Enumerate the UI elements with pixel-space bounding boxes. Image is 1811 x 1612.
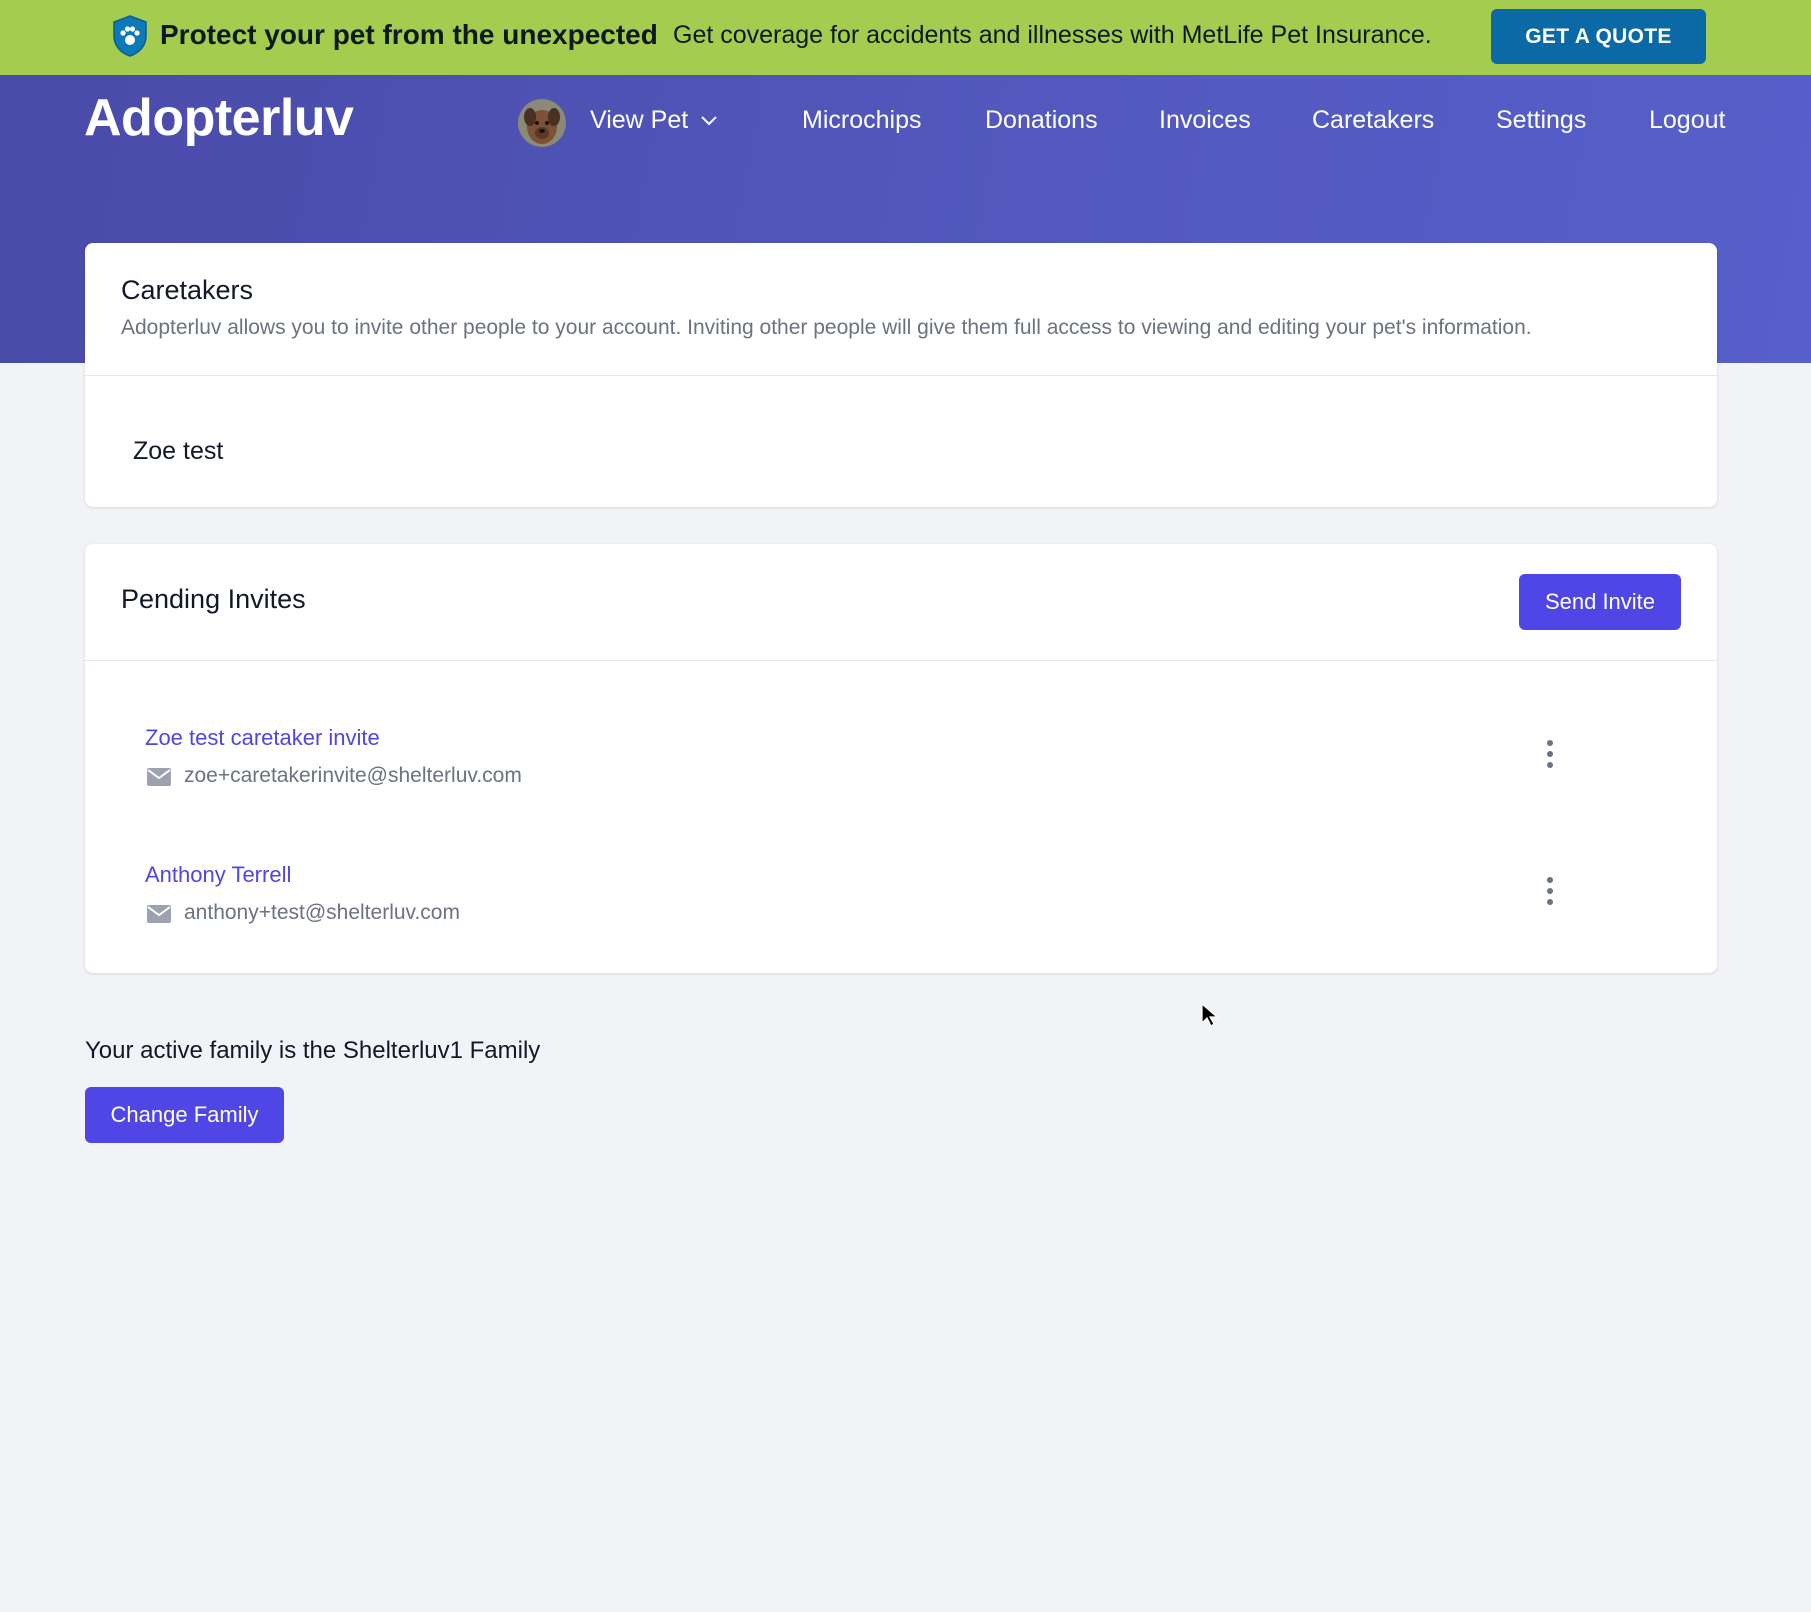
envelope-icon [147, 768, 171, 786]
promo-banner: Protect your pet from the unexpected Get… [0, 0, 1811, 75]
nav-view-pet-label: View Pet [590, 106, 689, 134]
invite-name[interactable]: Anthony Terrell [145, 862, 291, 888]
pending-invites-title: Pending Invites [121, 584, 306, 614]
caretakers-description: Adopterluv allows you to invite other pe… [121, 316, 1532, 339]
nav-logout[interactable]: Logout [1649, 106, 1725, 135]
caretakers-card: Caretakers Adopterluv allows you to invi… [85, 243, 1717, 507]
nav-microchips[interactable]: Microchips [802, 106, 921, 135]
invite-name[interactable]: Zoe test caretaker invite [145, 725, 380, 751]
card-divider [85, 660, 1717, 661]
pet-avatar[interactable] [518, 99, 566, 147]
dog-photo [518, 99, 566, 147]
nav-caretakers[interactable]: Caretakers [1312, 106, 1434, 135]
caretakers-title: Caretakers [121, 275, 254, 305]
invite-row: Zoe test caretaker invite zoe+caretakeri… [145, 725, 1685, 815]
send-invite-button[interactable]: Send Invite [1519, 574, 1681, 630]
chevron-down-icon [701, 116, 717, 126]
envelope-icon [147, 905, 171, 923]
nav-invoices[interactable]: Invoices [1159, 106, 1251, 135]
caretaker-item: Zoe test [133, 437, 224, 465]
card-divider [85, 375, 1717, 376]
brand-logo[interactable]: Adopterluv [84, 88, 354, 148]
active-family-text: Your active family is the Shelterluv1 Fa… [85, 1037, 541, 1064]
pending-invites-card: Pending Invites Send Invite Zoe test car… [85, 544, 1717, 973]
promo-headline: Protect your pet from the unexpected [160, 19, 658, 50]
invite-email: anthony+test@shelterluv.com [184, 901, 460, 924]
mouse-cursor-icon [1201, 1003, 1219, 1027]
invite-email: zoe+caretakerinvite@shelterluv.com [184, 764, 522, 787]
more-options-icon[interactable] [1540, 876, 1560, 906]
promo-subtext: Get coverage for accidents and illnesses… [673, 21, 1432, 49]
change-family-button[interactable]: Change Family [85, 1087, 284, 1143]
nav-view-pet[interactable]: View Pet [590, 106, 717, 135]
invite-row: Anthony Terrell anthony+test@shelterluv.… [145, 862, 1685, 952]
nav-donations[interactable]: Donations [985, 106, 1098, 135]
shield-paw-icon [113, 15, 147, 57]
get-quote-button[interactable]: GET A QUOTE [1491, 9, 1706, 64]
nav-settings[interactable]: Settings [1496, 106, 1586, 135]
more-options-icon[interactable] [1540, 739, 1560, 769]
